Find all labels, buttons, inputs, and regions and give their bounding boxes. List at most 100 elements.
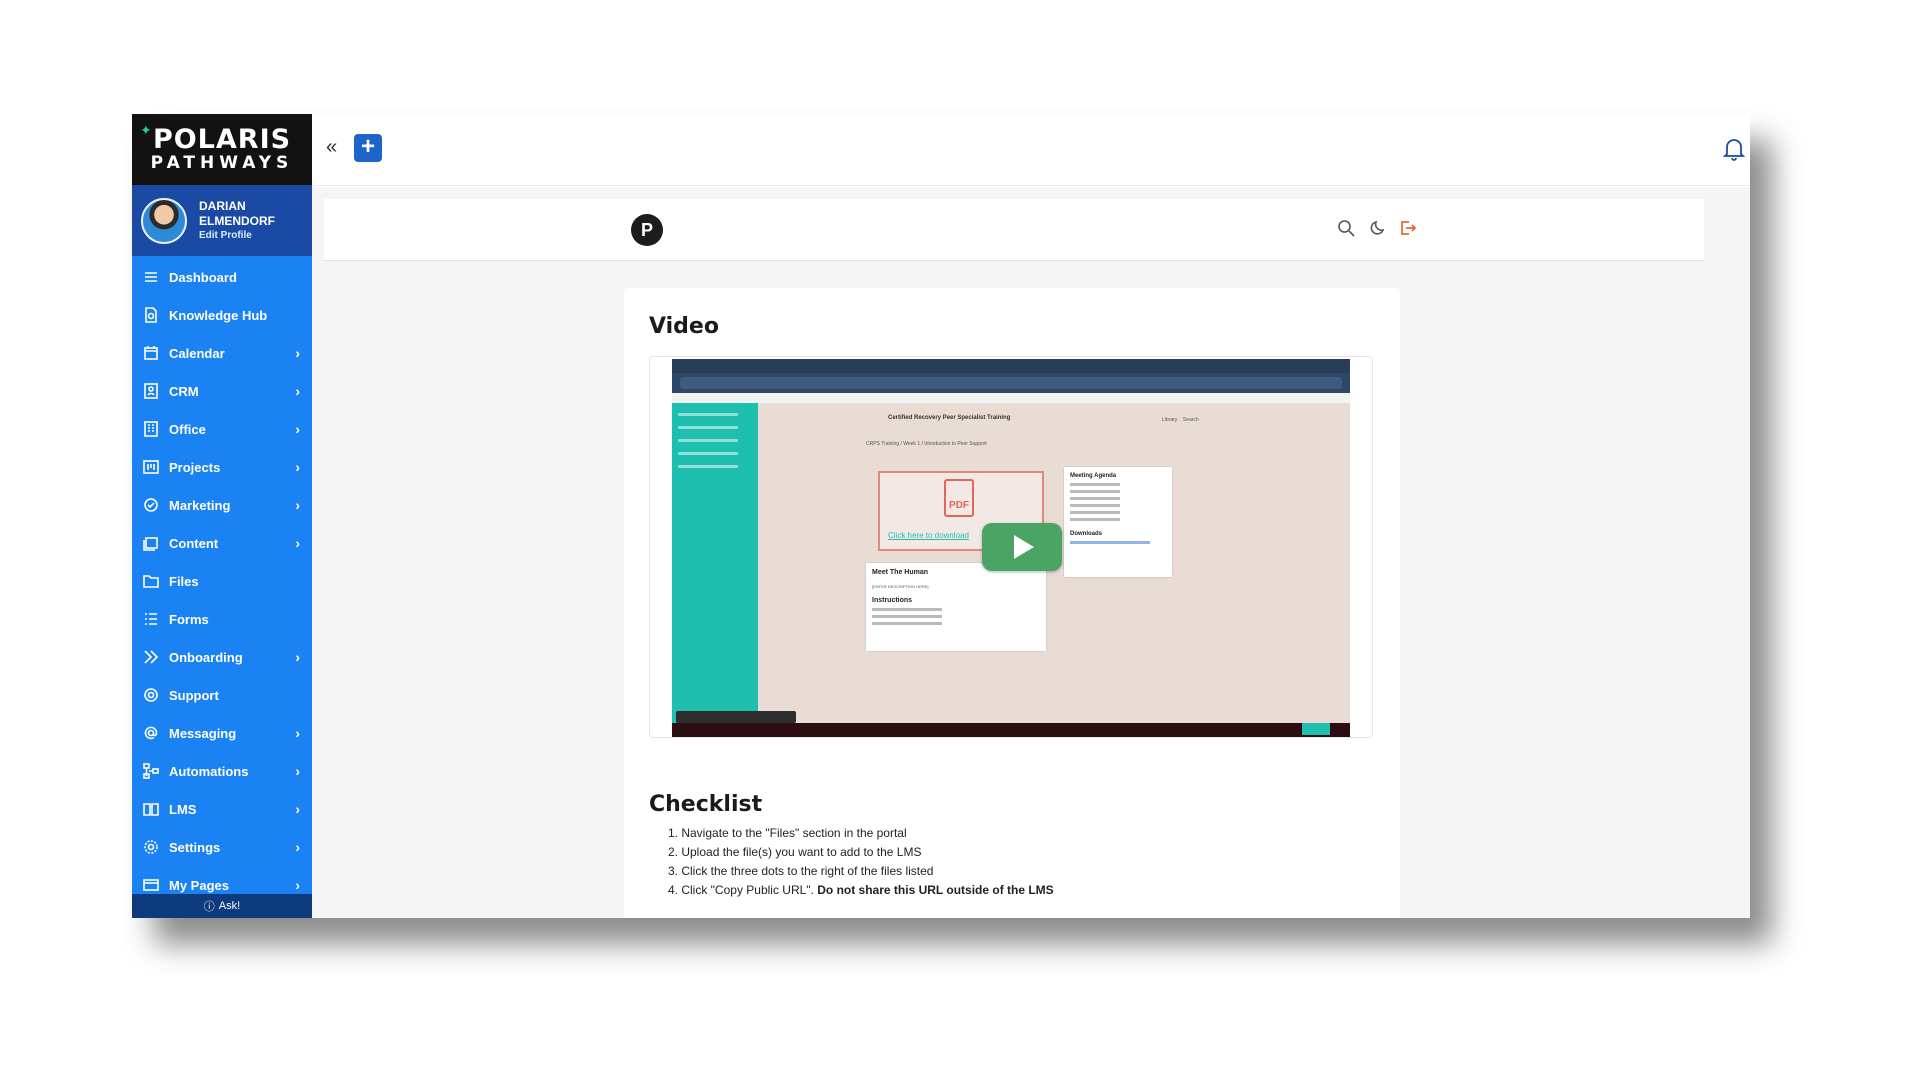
video-section-title: Video [649,314,719,339]
video-course-title: Certified Recovery Peer Specialist Train… [888,415,1011,421]
video-crumb: CRPS Training / Week 1 / Introduction to… [866,441,987,447]
collapse-sidebar-button[interactable]: « [326,136,337,159]
sidebar-item-forms[interactable]: Forms [132,600,312,638]
app-window: ✦ POLARIS PATHWAYS DARIAN ELMENDORF Edit… [132,114,1750,918]
video-sidebar [672,403,758,737]
lesson-card: Video Certified Recovery Peer Specialist… [624,288,1400,918]
nav-list: Dashboard Knowledge Hub Calendar › CRM ›… [132,256,312,904]
play-icon [1014,535,1034,559]
video-instructions-title: Instructions [872,597,913,604]
video-thumbnail[interactable]: Certified Recovery Peer Specialist Train… [672,359,1350,737]
pages-icon [143,877,159,893]
megaphone-icon [143,497,159,513]
video-human-card: Meet The Human [ENTER DESCRIPTION HERE] … [866,563,1046,651]
list-item: 1. Navigate to the "Files" section in th… [668,826,907,840]
sidebar-item-lms[interactable]: LMS › [132,790,312,828]
video-player[interactable]: Certified Recovery Peer Specialist Train… [649,356,1373,738]
profile-last-name: ELMENDORF [199,213,275,228]
brand-line-2: PATHWAYS [150,153,294,173]
sidebar-item-automations[interactable]: Automations › [132,752,312,790]
checklist-section-title: Checklist [649,792,763,817]
chevron-right-icon: › [295,877,300,893]
sidebar-item-office[interactable]: Office › [132,410,312,448]
lms-header: P [324,199,1704,261]
flow-icon [143,763,159,779]
contact-card-icon [143,383,159,399]
video-recording-toolbar [676,711,796,723]
support-icon [143,687,159,703]
sidebar-item-label: Messaging [169,725,237,741]
content-icon [143,535,159,551]
search-icon[interactable] [1337,219,1355,242]
video-breadcrumb-bar [672,393,1350,403]
chevron-right-icon: › [295,839,300,855]
sidebar-item-marketing[interactable]: Marketing › [132,486,312,524]
profile-block[interactable]: DARIAN ELMENDORF Edit Profile [132,185,312,256]
video-bottom-bar [672,723,1350,737]
chevron-right-icon: › [295,421,300,437]
chevron-right-icon: › [295,383,300,399]
ask-button[interactable]: ⓘ Ask! [132,894,312,918]
folder-icon [143,573,159,589]
brand-logo[interactable]: ✦ POLARIS PATHWAYS [132,114,312,185]
chevron-right-icon: › [295,459,300,475]
sidebar-item-support[interactable]: Support [132,676,312,714]
warning-text: Do not share this URL outside of the LMS [817,883,1054,897]
profile-first-name: DARIAN [199,198,246,213]
lms-logo[interactable]: P [631,214,663,246]
chevron-right-icon: › [295,497,300,513]
edit-profile-link[interactable]: Edit Profile [199,229,275,243]
office-icon [143,421,159,437]
chevron-right-icon: › [295,649,300,665]
calendar-icon [143,345,159,361]
menu-icon [143,269,159,285]
sidebar-item-label: Calendar [169,345,225,361]
sidebar-item-projects[interactable]: Projects › [132,448,312,486]
chevron-right-icon: › [295,801,300,817]
sidebar-item-label: My Pages [169,877,229,893]
sidebar-item-label: Content [169,535,219,551]
form-list-icon [143,611,159,627]
list-item: 2. Upload the file(s) you want to add to… [668,845,922,859]
sidebar-item-settings[interactable]: Settings › [132,828,312,866]
sidebar-item-dashboard[interactable]: Dashboard [132,258,312,296]
moon-icon[interactable] [1369,219,1387,242]
sidebar-item-content[interactable]: Content › [132,524,312,562]
video-library: Library [1162,417,1178,423]
sidebar-item-label: LMS [169,801,197,817]
star-icon: ✦ [140,122,152,138]
video-search: Search [1182,417,1199,423]
gear-icon [143,839,159,855]
avatar[interactable] [141,197,187,244]
sidebar-item-knowledge-hub[interactable]: Knowledge Hub [132,296,312,334]
video-human-desc: [ENTER DESCRIPTION HERE] [872,584,929,589]
sidebar-item-label: Office [169,421,206,437]
sidebar-item-label: Knowledge Hub [169,307,268,323]
topbar: « + [312,114,1750,186]
sidebar-item-label: Forms [169,611,209,627]
video-library-search: Library Search [1162,417,1199,423]
help-icon: ⓘ [203,901,215,913]
pdf-icon: PDF [944,479,974,517]
sidebar-item-label: Dashboard [169,269,237,285]
sidebar-item-crm[interactable]: CRM › [132,372,312,410]
chevron-right-icon: › [295,725,300,741]
sidebar-item-label: Marketing [169,497,231,513]
video-next-button [1302,723,1330,735]
checklist: 1. Navigate to the "Files" section in th… [668,824,1054,900]
ask-label: Ask! [218,900,241,912]
logout-icon[interactable] [1399,219,1417,242]
video-downloads-title: Downloads [1070,531,1103,537]
play-button[interactable] [982,523,1062,571]
chevron-right-icon: › [295,763,300,779]
sidebar-item-files[interactable]: Files [132,562,312,600]
add-button[interactable]: + [354,134,382,162]
bell-icon[interactable] [1722,136,1746,167]
sidebar-item-onboarding[interactable]: Onboarding › [132,638,312,676]
document-search-icon [143,307,159,323]
sidebar-item-calendar[interactable]: Calendar › [132,334,312,372]
sidebar-item-messaging[interactable]: Messaging › [132,714,312,752]
book-icon [143,801,159,817]
video-agenda: Meeting Agenda Downloads [1064,467,1172,577]
sidebar-item-label: Automations [169,763,249,779]
